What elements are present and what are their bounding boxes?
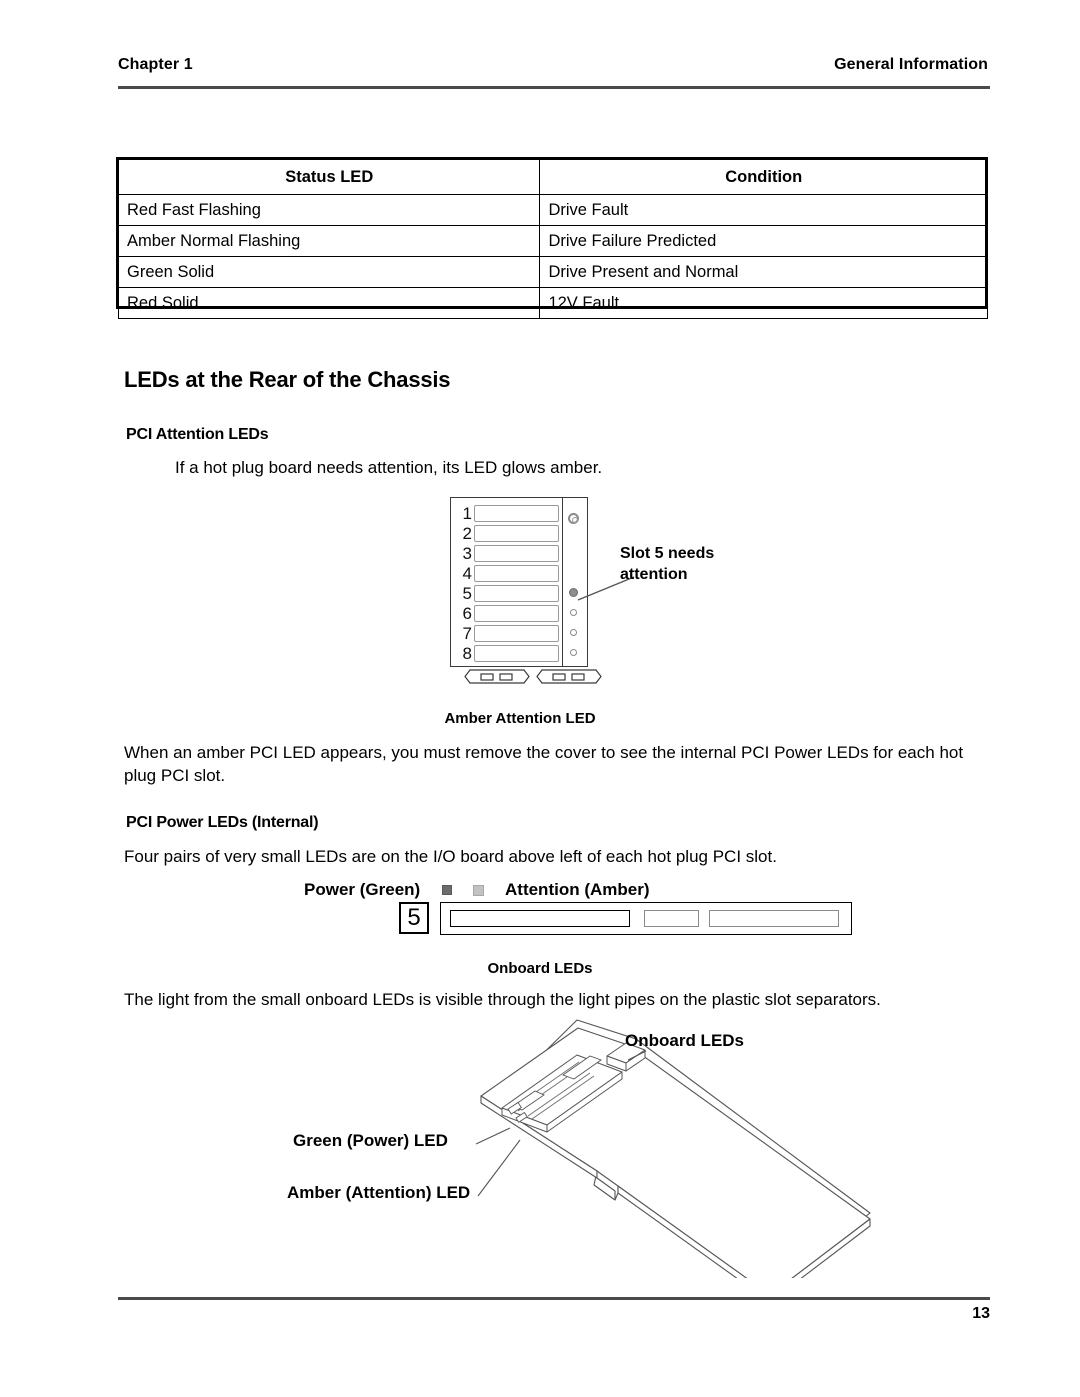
callout-line-2: attention (620, 566, 688, 583)
footer-divider (118, 1297, 990, 1300)
header-divider (118, 86, 990, 89)
column-header-condition: Condition (539, 159, 988, 195)
slot-bay-8 (474, 645, 559, 662)
slot-bar-segment-2 (644, 910, 699, 927)
slot-number-6: 6 (462, 604, 472, 623)
section-title: LEDs at the Rear of the Chassis (124, 367, 451, 392)
callout-slot-5-needs-attention: Slot 5 needs attention (620, 543, 714, 585)
slot-bay-5 (474, 585, 559, 602)
cell-status-led: Red Solid (117, 287, 541, 319)
label-attention-amber: Attention (Amber) (505, 880, 650, 899)
slot-number-3: 3 (462, 544, 472, 563)
slot-bay-6 (474, 605, 559, 622)
slot-bar-outline (440, 902, 852, 935)
subheading-pci-attention-leds: PCI Attention LEDs (126, 426, 269, 443)
slot-bay-1 (474, 505, 559, 522)
slot-bar-segment-1 (450, 910, 630, 927)
onboard-led-bar-diagram: Power (Green) Attention (Amber) 5 (300, 880, 860, 940)
header-section-title: General Information (834, 56, 988, 73)
attention-led-indicator-slot-5 (569, 588, 578, 597)
pci-card-isometric-figure: Onboard LEDs Green (Power) LED Amber (At… (270, 1018, 910, 1278)
page-number: 13 (972, 1305, 990, 1322)
led-indicator-slot-7 (570, 629, 577, 636)
header-chapter: Chapter 1 (118, 56, 193, 73)
cell-status-led: Amber Normal Flashing (117, 225, 541, 257)
slot-number-4: 4 (462, 564, 472, 583)
power-led-swatch-icon (442, 885, 452, 895)
paragraph-attention-intro: If a hot plug board needs attention, its… (175, 458, 603, 477)
cell-condition: 12V Fault (539, 287, 988, 319)
callout-line-1: Slot 5 needs (620, 545, 715, 562)
table-row: Green Solid Drive Present and Normal (117, 256, 988, 288)
column-header-status-led: Status LED (117, 159, 541, 195)
table-row: Amber Normal Flashing Drive Failure Pred… (117, 225, 988, 257)
slot-bar-segment-3 (709, 910, 839, 927)
paragraph-remove-cover: When an amber PCI LED appears, you must … (124, 743, 964, 785)
table-row: Red Solid 12V Fault (117, 287, 988, 319)
led-ring-icon (568, 513, 579, 524)
slot-number-box: 5 (399, 902, 429, 934)
slot-number-8: 8 (462, 644, 472, 663)
paragraph-four-pairs: Four pairs of very small LEDs are on the… (124, 847, 777, 866)
slot-bay-7 (474, 625, 559, 642)
slot-bay-2 (474, 525, 559, 542)
page-header: Chapter 1 General Information (118, 56, 988, 74)
cell-condition: Drive Fault (539, 194, 988, 226)
label-amber-attention-led: Amber (Attention) LED (287, 1183, 471, 1202)
led-indicator-slot-8 (570, 649, 577, 656)
table-header-row: Status LED Condition (117, 159, 988, 195)
chassis-rear-diagram: 1 2 3 4 5 6 7 8 (450, 497, 602, 684)
figure-caption-onboard-leds: Onboard LEDs (487, 960, 593, 977)
cell-condition: Drive Present and Normal (539, 256, 988, 288)
cell-status-led: Green Solid (117, 256, 541, 288)
slot-number-5: 5 (462, 584, 472, 603)
label-power-green: Power (Green) (304, 880, 421, 899)
slot-number-7: 7 (462, 624, 472, 643)
attention-led-swatch-icon (473, 885, 484, 896)
figure-caption-amber-attention-led: Amber Attention LED (444, 710, 596, 727)
io-connector-right (536, 669, 602, 684)
label-onboard-leds: Onboard LEDs (625, 1031, 745, 1050)
status-led-table: Status LED Condition Red Fast Flashing D… (117, 159, 988, 319)
table-row: Red Fast Flashing Drive Fault (117, 194, 988, 226)
cell-status-led: Red Fast Flashing (117, 194, 541, 226)
cell-condition: Drive Failure Predicted (539, 225, 988, 257)
slot-number-2: 2 (462, 524, 472, 543)
paragraph-light-pipes: The light from the small onboard LEDs is… (124, 990, 881, 1009)
io-connector-left (464, 669, 530, 684)
led-indicator-slot-6 (570, 609, 577, 616)
slot-number-1: 1 (462, 504, 472, 523)
label-green-power-led: Green (Power) LED (293, 1131, 448, 1150)
slot-bay-4 (474, 565, 559, 582)
subheading-pci-power-leds: PCI Power LEDs (Internal) (126, 814, 319, 831)
slot-bay-3 (474, 545, 559, 562)
document-page: Chapter 1 General Information Status LED… (0, 0, 1080, 1397)
